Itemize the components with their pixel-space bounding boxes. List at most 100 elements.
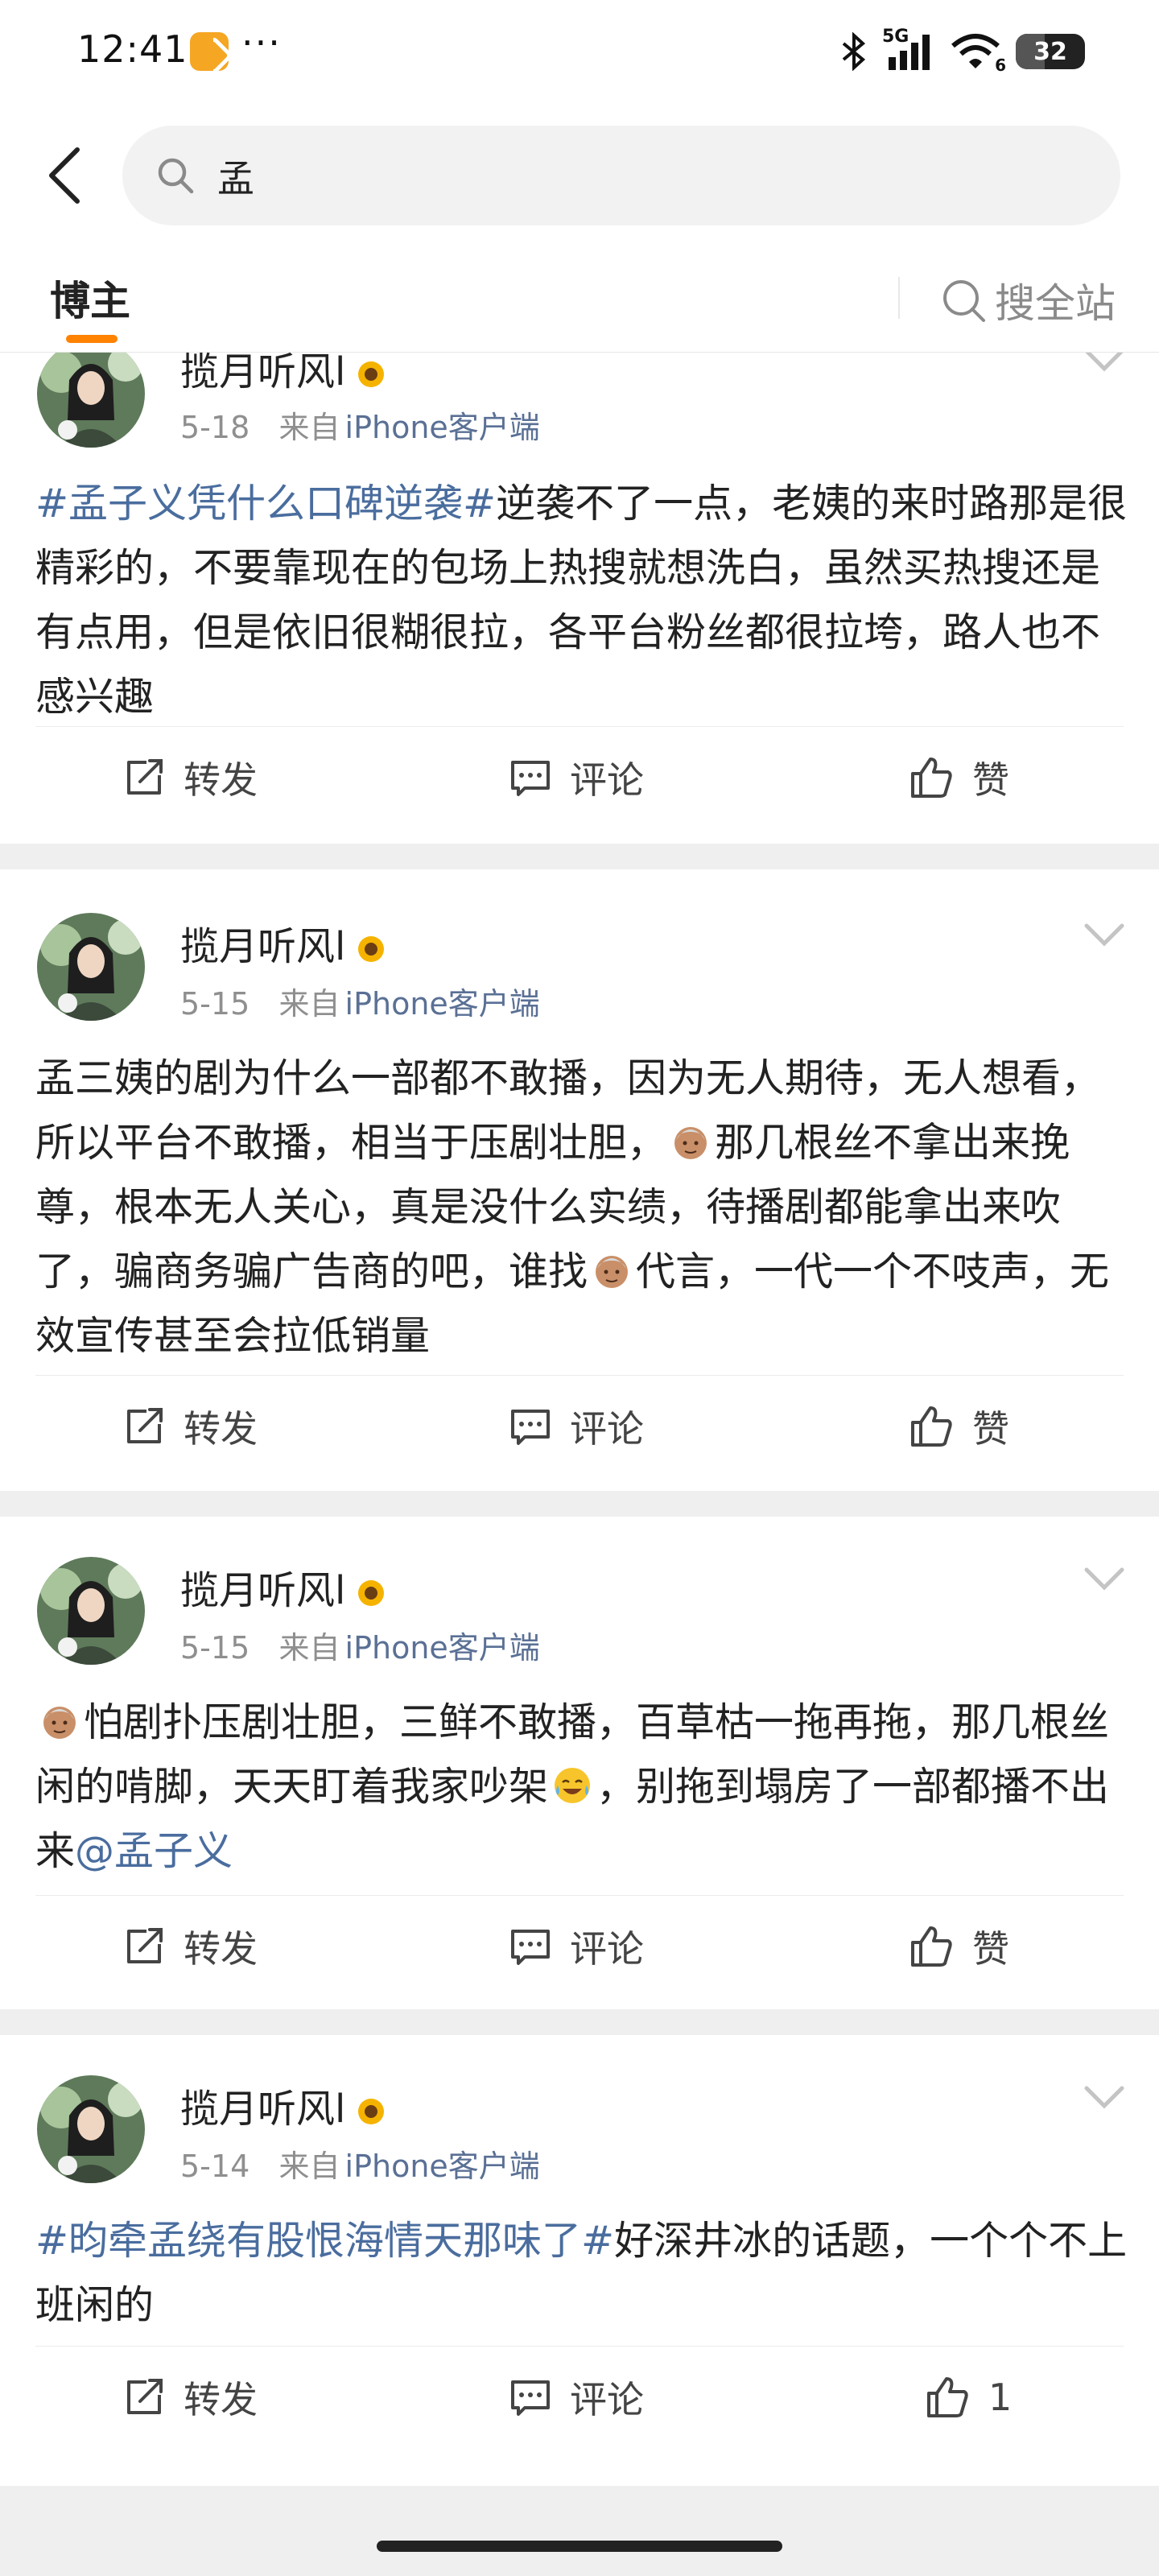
like-button[interactable]: 赞 [908,1376,1009,1477]
status-time: 12:41 [77,27,188,71]
repost-label: 转发 [184,758,258,802]
repost-label: 转发 [184,1407,258,1451]
repost-label: 转发 [184,2378,258,2421]
repost-button[interactable]: 转发 [122,1896,258,1997]
back-button[interactable] [35,142,93,209]
comment-button[interactable]: 评论 [509,2347,644,2448]
post-text[interactable]: 孟三姨的剧为什么一部都不敢播，因为无人期待，无人想看，所以平台不敢播，相当于压剧… [35,1046,1130,1368]
search-icon [943,280,985,322]
post-text[interactable]: 怕剧扑压剧壮胆，三鲜不敢播，百草枯一拖再拖，那几根丝闲的啃脚，天天盯着我家吵架，… [35,1690,1130,1884]
thumbs-up-icon [911,1406,952,1447]
chevron-down-icon[interactable] [1080,919,1128,952]
repost-icon [127,1928,163,1963]
like-button[interactable]: 1 [924,2347,1012,2448]
chevron-down-icon[interactable] [1080,353,1128,377]
back-arrow-icon [49,147,80,204]
post-username[interactable]: 揽月听风l [180,353,387,396]
post-card[interactable]: 揽月听风l 5-14 来自 iPhone客户端 #昀牵孟绕有股恨海情天那味了#好深… [0,2035,1159,2486]
comment-icon [511,761,550,796]
laugh-cry-emoji-icon [551,1761,593,1803]
search-input[interactable]: 孟 [122,126,1120,225]
network-type-label: 5G [882,27,909,47]
post-source: iPhone客户端 [344,1630,540,1666]
chevron-down-icon[interactable] [1080,1563,1128,1596]
search-header: 孟 [0,101,1159,248]
comment-icon [511,1410,550,1445]
avatar[interactable] [37,1557,145,1665]
comment-button[interactable]: 评论 [509,1376,644,1477]
comment-label: 评论 [570,1927,644,1971]
comment-label: 评论 [570,1407,644,1451]
post-source: iPhone客户端 [344,986,540,1022]
post-text[interactable]: #孟子义凭什么口碑逆袭#逆袭不了一点，老姨的来时路那是很精彩的，不要靠现在的包场… [35,472,1130,729]
like-button[interactable]: 赞 [908,1896,1009,1997]
thumbs-up-icon [927,2377,968,2417]
wifi-label: 6 [995,56,1006,75]
avatar[interactable] [37,353,145,448]
repost-button[interactable]: 转发 [122,727,258,828]
sunflower-badge-icon [358,361,385,387]
comment-label: 评论 [570,758,644,802]
source-prefix: 来自 [278,986,340,1022]
bluetooth-icon [842,32,866,71]
post-card[interactable]: 揽月听风l 5-15 来自 iPhone客户端 孟三姨的剧为什么一部都不敢播，因为… [0,869,1159,1491]
repost-button[interactable]: 转发 [122,1376,258,1477]
user-mention-link[interactable]: @孟子义 [75,1828,233,1874]
post-card[interactable]: 揽月听风l 5-15 来自 iPhone客户端 怕剧扑压剧壮胆，三鲜不敢播，百草枯… [0,1517,1159,2009]
comment-icon [511,2380,550,2416]
post-feed[interactable]: 揽月听风l 5-18 来自 iPhone客户端 #孟子义凭什么口碑逆袭#逆袭不了一… [0,353,1159,2576]
source-prefix: 来自 [278,1630,340,1666]
home-indicator[interactable] [377,2541,782,2552]
post-source: iPhone客户端 [344,410,540,445]
post-text[interactable]: #昀牵孟绕有股恨海情天那味了#好深井冰的话题，一个个不上班闲的 [35,2209,1130,2338]
sunflower-badge-icon [358,1580,385,1606]
like-label: 赞 [972,1407,1009,1451]
post-username[interactable]: 揽月听风l [180,1558,387,1615]
old-woman-emoji-icon [39,1697,80,1739]
tab-bloggers[interactable]: 博主 [50,269,130,327]
source-prefix: 来自 [278,410,340,445]
source-prefix: 来自 [278,2149,340,2184]
comment-button[interactable]: 评论 [509,1896,644,1997]
repost-label: 转发 [184,1927,258,1971]
post-date: 5-14 [180,2149,250,2184]
post-username[interactable]: 揽月听风l [180,914,387,971]
search-query: 孟 [217,157,254,200]
tabs-bar: 博主 搜全站 [0,248,1159,353]
sunflower-badge-icon [358,2099,385,2124]
like-label: 赞 [972,1927,1009,1971]
wifi-icon: 6 [950,31,1006,75]
comment-button[interactable]: 评论 [509,727,644,828]
more-notifications-icon: ··· [241,21,282,64]
battery-level: 32 [1033,37,1067,66]
repost-icon [127,1408,163,1443]
search-all-label: 搜全站 [995,280,1116,327]
search-icon [158,158,194,194]
topic-hashtag-link[interactable]: #昀牵孟绕有股恨海情天那味了# [35,2218,614,2264]
post-card[interactable]: 揽月听风l 5-18 来自 iPhone客户端 #孟子义凭什么口碑逆袭#逆袭不了一… [0,353,1159,844]
avatar[interactable] [37,913,145,1021]
repost-icon [127,2379,163,2414]
search-all-button[interactable]: 搜全站 [940,264,1116,336]
post-date: 5-15 [180,986,250,1022]
like-button[interactable]: 赞 [908,727,1009,828]
post-actions: 转发 评论 1 [35,2346,1124,2447]
tab-active-indicator [66,335,118,343]
post-meta: 5-14 来自 iPhone客户端 [180,2141,540,2186]
cellular-signal-icon: 5G [882,27,935,72]
post-meta: 5-15 来自 iPhone客户端 [180,979,540,1023]
app-notification-icon [190,32,229,71]
chevron-down-icon[interactable] [1080,2082,1128,2114]
status-bar: 12:41 ··· 5G 6 32 [0,0,1159,101]
old-woman-emoji-icon [591,1246,633,1288]
old-woman-emoji-icon [670,1117,711,1159]
comment-icon [511,1930,550,1965]
post-username[interactable]: 揽月听风l [180,2077,387,2133]
repost-button[interactable]: 转发 [122,2347,258,2448]
post-meta: 5-15 来自 iPhone客户端 [180,1623,540,1667]
topic-hashtag-link[interactable]: #孟子义凭什么口碑逆袭# [35,481,496,526]
thumbs-up-icon [911,758,952,798]
tab-divider [898,277,900,319]
avatar[interactable] [37,2075,145,2183]
thumbs-up-icon [911,1926,952,1967]
